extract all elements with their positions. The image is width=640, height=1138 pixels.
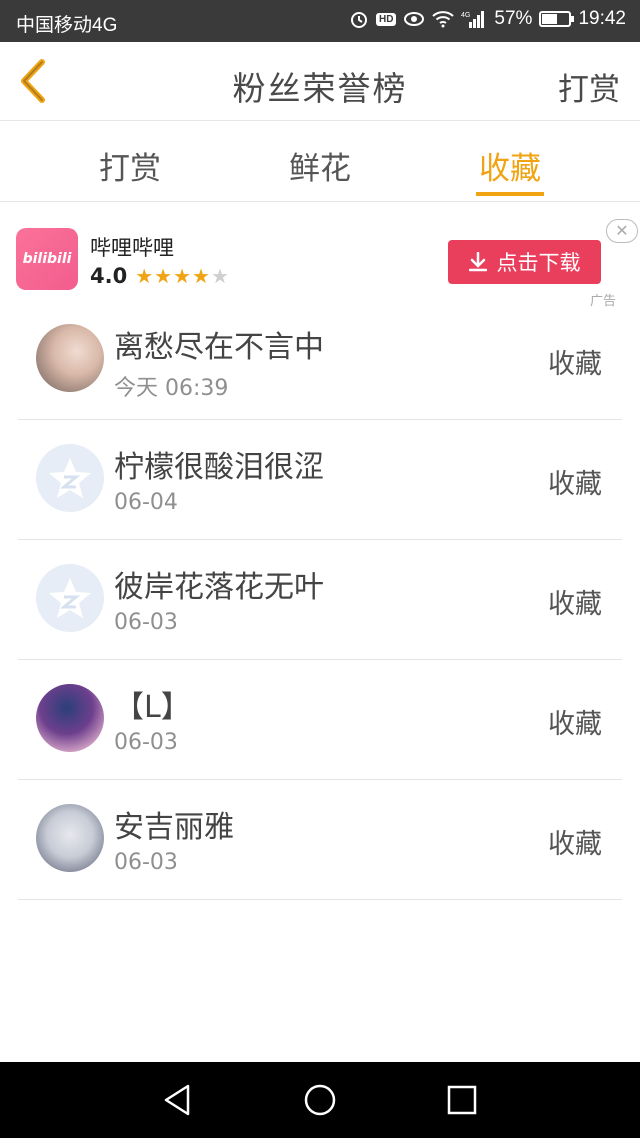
ad-close-button[interactable]: ✕ xyxy=(606,219,638,243)
tip-button[interactable]: 打赏 xyxy=(558,64,620,109)
star-icon: ★ xyxy=(173,264,193,288)
system-nav-bar xyxy=(0,1062,640,1138)
star-rating: ★★★★★ xyxy=(135,264,230,288)
rating-value: 4.0 xyxy=(90,264,128,288)
star-icon: ★ xyxy=(192,264,211,288)
favorites-list: 离愁尽在不言中 今天 06:39 收藏 柠檬很酸泪很涩 06-04 收藏 彼岸花… xyxy=(18,300,622,900)
list-item[interactable]: 离愁尽在不言中 今天 06:39 收藏 xyxy=(18,300,622,420)
avatar[interactable] xyxy=(36,324,104,392)
active-tab-indicator xyxy=(476,192,544,196)
timestamp: 06-03 xyxy=(114,730,178,755)
carrier-label: 中国移动4G xyxy=(16,15,118,36)
nav-back-button[interactable] xyxy=(160,1082,196,1118)
list-item[interactable]: 安吉丽雅 06-03 收藏 xyxy=(18,780,622,900)
eye-icon xyxy=(403,11,425,27)
tab-flowers[interactable]: 鲜花 xyxy=(260,143,380,188)
download-label: 点击下载 xyxy=(496,251,581,275)
triangle-back-icon xyxy=(164,1084,190,1116)
status-icons: HD 4G 57% 19:42 xyxy=(349,8,626,30)
star-icon: ★ xyxy=(154,264,174,288)
ad-rating: 4.0 ★★★★★ xyxy=(90,264,230,288)
tab-tips[interactable]: 打赏 xyxy=(70,143,190,188)
status-bar: 中国移动4G HD 4G 57% 19:42 xyxy=(0,0,640,42)
header: 粉丝荣誉榜 打赏 xyxy=(0,42,640,121)
favorite-label: 收藏 xyxy=(548,589,602,620)
default-avatar-icon xyxy=(49,578,91,618)
download-button[interactable]: 点击下载 xyxy=(448,240,601,284)
nav-recents-button[interactable] xyxy=(444,1082,480,1118)
svg-text:4G: 4G xyxy=(461,12,470,19)
favorite-label: 收藏 xyxy=(548,349,602,380)
star-icon: ★ xyxy=(210,264,230,288)
avatar[interactable] xyxy=(36,444,104,512)
alarm-icon xyxy=(349,9,369,29)
favorite-label: 收藏 xyxy=(548,829,602,860)
favorite-label: 收藏 xyxy=(548,709,602,740)
battery-icon xyxy=(539,11,575,27)
username: 【L】 xyxy=(114,690,191,725)
star-icon: ★ xyxy=(135,264,155,288)
nav-home-button[interactable] xyxy=(302,1082,338,1118)
username: 彼岸花落花无叶 xyxy=(114,570,324,605)
avatar[interactable] xyxy=(36,684,104,752)
list-item[interactable]: 柠檬很酸泪很涩 06-04 收藏 xyxy=(18,420,622,540)
page-title: 粉丝荣誉榜 xyxy=(232,69,408,108)
timestamp: 06-04 xyxy=(114,490,178,515)
signal-icon: 4G xyxy=(461,10,487,28)
ad-app-name: 哔哩哔哩 xyxy=(90,236,174,260)
tab-bar: 打赏 鲜花 收藏 xyxy=(0,121,640,202)
favorite-label: 收藏 xyxy=(548,469,602,500)
username: 柠檬很酸泪很涩 xyxy=(114,450,324,485)
avatar[interactable] xyxy=(36,564,104,632)
circle-home-icon xyxy=(304,1084,336,1116)
hd-icon: HD xyxy=(375,12,397,26)
timestamp: 06-03 xyxy=(114,610,178,635)
download-icon xyxy=(468,252,487,272)
list-item[interactable]: 彼岸花落花无叶 06-03 收藏 xyxy=(18,540,622,660)
tab-favorites[interactable]: 收藏 xyxy=(450,143,570,188)
username: 安吉丽雅 xyxy=(114,810,234,845)
square-recents-icon xyxy=(447,1085,477,1115)
clock: 19:42 xyxy=(578,8,626,29)
wifi-icon xyxy=(432,10,455,28)
battery-percent: 57% xyxy=(494,8,533,29)
avatar[interactable] xyxy=(36,804,104,872)
list-item[interactable]: 【L】 06-03 收藏 xyxy=(18,660,622,780)
ad-banner[interactable]: bilibili 哔哩哔哩 4.0 ★★★★★ 点击下载 ✕ 广告 xyxy=(0,202,640,310)
timestamp: 今天 06:39 xyxy=(114,376,229,401)
app-logo: bilibili xyxy=(16,228,78,290)
timestamp: 06-03 xyxy=(114,850,178,875)
default-avatar-icon xyxy=(49,458,91,498)
username: 离愁尽在不言中 xyxy=(114,330,324,365)
